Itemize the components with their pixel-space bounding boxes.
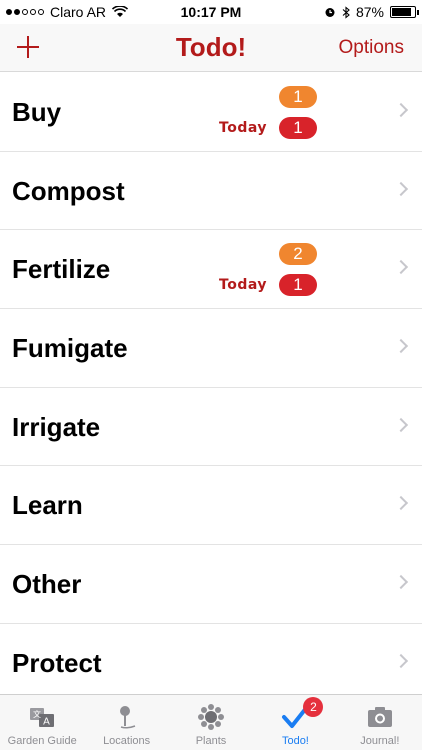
chevron-right-icon bbox=[393, 181, 409, 196]
tab-bar: A 文 Garden Guide Locations Plants 2 Todo… bbox=[0, 694, 422, 750]
tab-label: Garden Guide bbox=[7, 735, 77, 747]
today-count-badge: 1 bbox=[279, 117, 317, 139]
tab-label: Plants bbox=[195, 735, 227, 747]
list-item-label: Learn bbox=[12, 490, 83, 521]
list-item-label: Other bbox=[12, 569, 82, 600]
list-item-label: Protect bbox=[12, 647, 102, 678]
chevron-right-icon bbox=[393, 653, 409, 668]
list-item-label: Buy bbox=[12, 97, 62, 127]
list-item-label: Fertilize bbox=[12, 254, 111, 285]
list-item-learn[interactable]: Learn bbox=[0, 466, 422, 546]
today-label: Today bbox=[219, 120, 267, 136]
garden-guide-icon: A 文 bbox=[30, 708, 55, 728]
chevron-right-icon bbox=[393, 338, 409, 354]
status-right: 87% bbox=[324, 4, 419, 20]
chevron-right-icon bbox=[393, 102, 409, 118]
list-item-buy[interactable]: Buy 1 Today 1 bbox=[0, 73, 422, 152]
chevron-right-icon bbox=[393, 496, 409, 511]
tab-label: Journal! bbox=[360, 735, 400, 747]
todo-category-list: Buy 1 Today 1 Compost Fertilize 2 Today … bbox=[0, 73, 422, 703]
svg-text:文: 文 bbox=[33, 709, 41, 719]
tab-todo[interactable]: 2 Todo! bbox=[253, 695, 337, 750]
list-item-fumigate[interactable]: Fumigate bbox=[0, 309, 422, 388]
flower-icon bbox=[198, 704, 225, 730]
bluetooth-icon bbox=[342, 5, 350, 19]
tab-locations[interactable]: Locations bbox=[84, 695, 168, 750]
svg-text:A: A bbox=[43, 717, 50, 728]
chevron-right-icon bbox=[393, 260, 409, 275]
list-item-irrigate[interactable]: Irrigate bbox=[0, 388, 422, 467]
today-label: Today bbox=[219, 277, 267, 294]
tab-label: Todo! bbox=[281, 735, 309, 747]
camera-icon bbox=[367, 707, 392, 727]
battery-icon bbox=[390, 6, 419, 18]
chevron-right-icon bbox=[393, 417, 409, 432]
todo-count-badge: 2 bbox=[303, 697, 324, 717]
alarm-clock-icon bbox=[325, 8, 335, 17]
today-count-badge: 1 bbox=[279, 274, 317, 297]
tab-garden-guide[interactable]: A 文 Garden Guide bbox=[0, 695, 84, 750]
list-item-label: Compost bbox=[12, 175, 125, 206]
list-item-other[interactable]: Other bbox=[0, 545, 422, 624]
status-bar: Claro AR 10:17 PM 87% bbox=[0, 0, 422, 24]
pending-count-badge: 2 bbox=[279, 243, 317, 266]
tab-plants[interactable]: Plants bbox=[169, 695, 253, 750]
navigation-bar: Todo! Options bbox=[0, 24, 422, 72]
chevron-right-icon bbox=[393, 575, 409, 590]
pending-count-badge: 1 bbox=[279, 86, 317, 108]
list-item-fertilize[interactable]: Fertilize 2 Today 1 bbox=[0, 230, 422, 310]
list-item-label: Fumigate bbox=[12, 333, 128, 364]
options-button[interactable]: Options bbox=[339, 37, 404, 59]
location-pin-icon bbox=[119, 706, 135, 729]
battery-percent: 87% bbox=[355, 4, 384, 20]
tab-journal[interactable]: Journal! bbox=[338, 695, 422, 750]
tab-label: Locations bbox=[103, 735, 151, 747]
list-item-protect[interactable]: Protect bbox=[0, 624, 422, 703]
list-item-compost[interactable]: Compost bbox=[0, 152, 422, 231]
list-item-label: Irrigate bbox=[12, 411, 101, 442]
